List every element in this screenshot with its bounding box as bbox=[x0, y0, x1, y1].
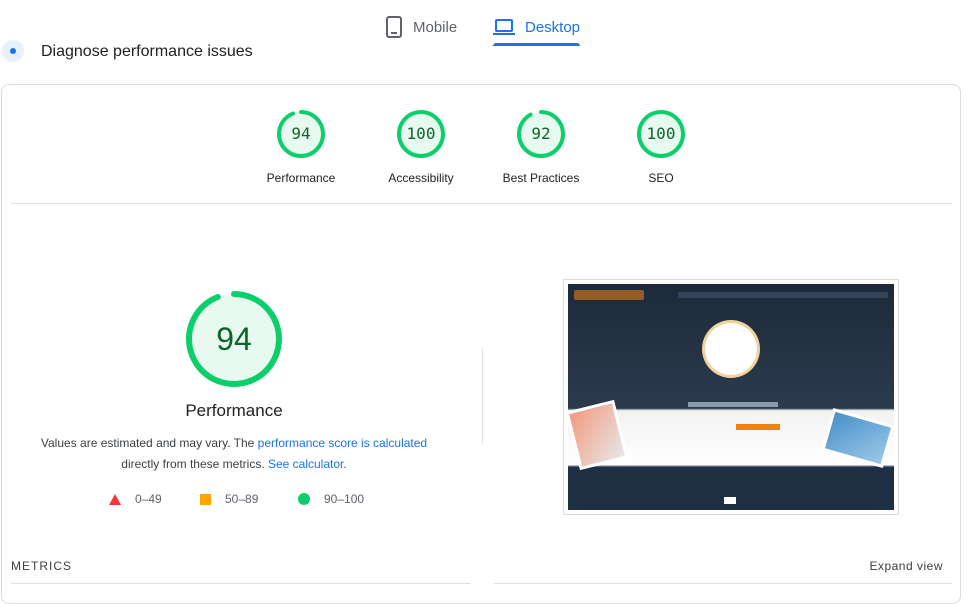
note-text: . bbox=[343, 457, 347, 471]
note-text: Values are estimated and may vary. The bbox=[40, 436, 258, 450]
tab-desktop[interactable]: Desktop bbox=[493, 8, 581, 46]
gauge-score: 100 bbox=[646, 124, 676, 143]
legend-label: 90–100 bbox=[324, 492, 365, 506]
tab-desktop-label: Desktop bbox=[525, 18, 581, 36]
performance-title: Performance bbox=[185, 401, 283, 420]
tab-mobile-label: Mobile bbox=[413, 18, 458, 36]
device-tabs: Mobile Desktop bbox=[0, 0, 967, 48]
performance-score: 94 bbox=[216, 321, 252, 357]
gauge-ring: 100 bbox=[636, 109, 686, 159]
gauge-best-practices[interactable]: 92 Best Practices bbox=[491, 109, 591, 185]
gauge-score: 94 bbox=[291, 124, 311, 143]
laptop-icon bbox=[493, 19, 515, 35]
triangle-icon bbox=[109, 493, 121, 505]
score-note: Values are estimated and may vary. The p… bbox=[22, 433, 446, 475]
gauge-accessibility[interactable]: 100 Accessibility bbox=[371, 109, 471, 185]
hero-cta-blur bbox=[736, 424, 780, 430]
gauge-ring: 92 bbox=[516, 109, 566, 159]
gauge-seo[interactable]: 100 SEO bbox=[611, 109, 711, 185]
performance-gauge-large: 94 bbox=[184, 289, 284, 389]
tab-mobile[interactable]: Mobile bbox=[385, 8, 457, 46]
note-text: directly from these metrics. bbox=[121, 457, 268, 471]
legend-label: 50–89 bbox=[225, 492, 259, 506]
gauge-label: Performance bbox=[266, 171, 336, 185]
gauge-ring: 94 bbox=[276, 109, 326, 159]
hero-headline-blur bbox=[688, 402, 778, 407]
gauge-score: 100 bbox=[406, 124, 436, 143]
legend-fail: 0–49 bbox=[109, 491, 162, 507]
cookie-button-blur bbox=[724, 497, 736, 504]
see-calculator-link[interactable]: See calculator bbox=[268, 457, 343, 471]
gauge-score: 92 bbox=[531, 124, 551, 143]
square-icon bbox=[200, 493, 211, 505]
diagnose-icon bbox=[2, 40, 24, 62]
section-title: Diagnose performance issues bbox=[41, 43, 253, 60]
gauge-ring: 100 bbox=[396, 109, 446, 159]
device-mockup-right bbox=[821, 408, 894, 468]
hero-graphic bbox=[705, 323, 757, 375]
metrics-heading: METRICS bbox=[11, 559, 72, 573]
legend-average: 50–89 bbox=[200, 491, 258, 507]
device-mockup-left bbox=[568, 399, 629, 471]
score-gauges: 94 Performance 100 Accessibility 92 Best… bbox=[2, 85, 960, 205]
expand-view-button[interactable]: Expand view bbox=[869, 559, 943, 573]
divider bbox=[11, 583, 471, 584]
page-screenshot-thumbnail bbox=[563, 279, 899, 515]
gauge-label: Best Practices bbox=[502, 171, 580, 185]
legend-pass: 90–100 bbox=[298, 491, 364, 507]
vertical-divider bbox=[482, 349, 483, 443]
legend-label: 0–49 bbox=[135, 492, 162, 506]
report-card: 94 Performance 100 Accessibility 92 Best… bbox=[1, 84, 961, 604]
circle-icon bbox=[298, 493, 310, 505]
gauge-label: Accessibility bbox=[388, 171, 454, 185]
divider bbox=[494, 583, 952, 584]
screenshot-image bbox=[568, 284, 894, 510]
phone-icon bbox=[386, 16, 402, 38]
score-calculated-link[interactable]: performance score is calculated bbox=[258, 436, 427, 450]
divider bbox=[11, 203, 952, 204]
gauge-label: SEO bbox=[648, 171, 674, 185]
site-logo-blur bbox=[574, 290, 644, 300]
gauge-performance[interactable]: 94 Performance bbox=[251, 109, 351, 185]
site-nav-blur bbox=[678, 292, 888, 298]
tab-underline bbox=[493, 43, 581, 46]
